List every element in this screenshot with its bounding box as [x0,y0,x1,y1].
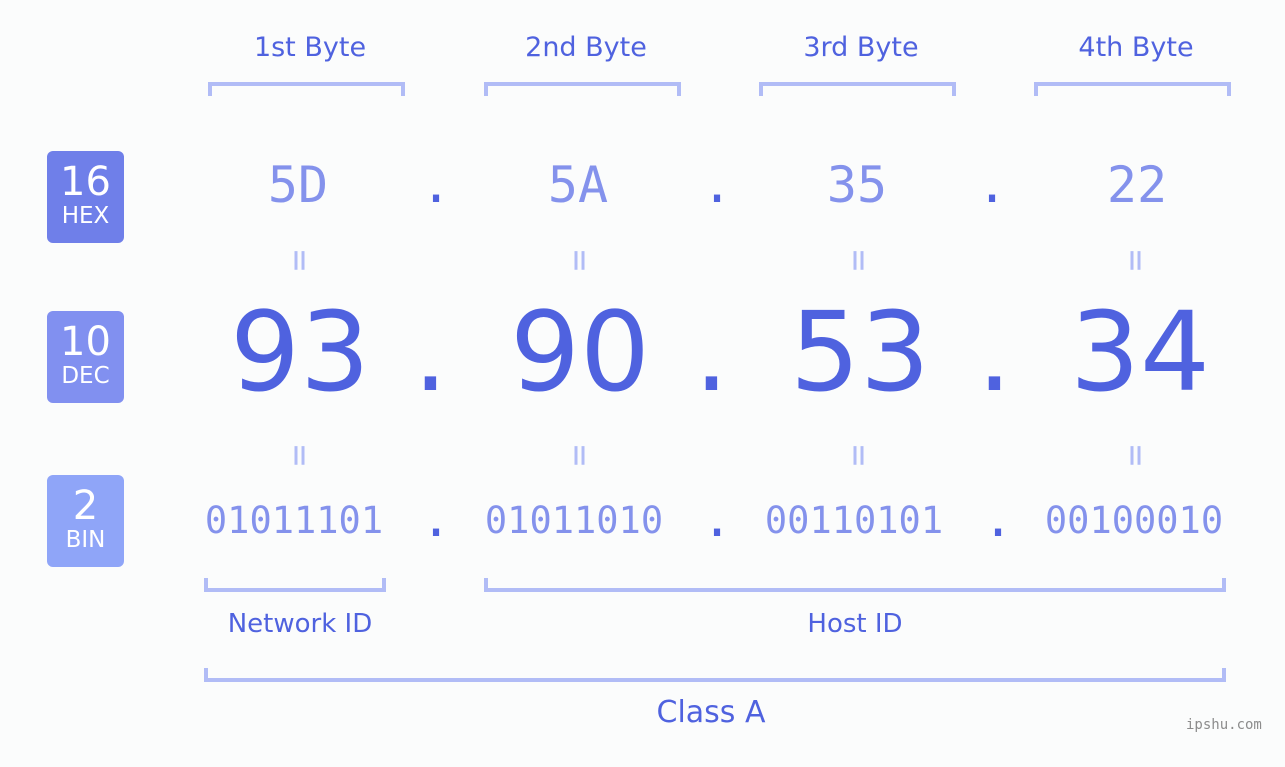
class-bracket [204,668,1226,682]
dec-octet-4: 34 [1070,288,1210,416]
byte-header-1: 1st Byte [253,32,367,63]
host-id-label: Host ID [807,609,903,639]
equals-sign: = [838,249,880,272]
bin-octet-4: 00100010 [1044,499,1224,542]
bin-separator: . [702,490,733,548]
equals-sign: = [1115,444,1157,467]
equals-sign: = [1115,249,1157,272]
byte-header-2: 2nd Byte [525,32,647,63]
bin-badge-label: BIN [65,527,106,553]
bin-badge: 2 BIN [47,475,124,567]
hex-badge-label: HEX [61,203,110,229]
bin-octet-2: 01011010 [484,499,664,542]
dec-octet-1: 93 [230,288,370,416]
bin-octet-3: 00110101 [764,499,944,542]
dec-badge-label: DEC [61,363,110,389]
byte-bracket-1 [208,82,405,96]
class-label: Class A [656,695,766,730]
dec-badge: 10 DEC [47,311,124,403]
equals-sign: = [838,444,880,467]
hex-badge-base: 16 [60,159,111,205]
watermark: ipshu.com [1186,717,1262,733]
hex-octet-2: 5A [547,156,609,214]
hex-badge: 16 HEX [47,151,124,243]
hex-separator: . [702,156,733,214]
equals-sign: = [279,444,321,467]
host-id-bracket [484,578,1226,592]
dec-octet-3: 53 [790,288,930,416]
bin-separator: . [421,490,452,548]
bin-octet-1: 01011101 [204,499,384,542]
dec-separator: . [413,288,448,416]
dec-separator: . [977,288,1012,416]
hex-octet-4: 22 [1106,156,1168,214]
equals-sign: = [559,444,601,467]
network-id-label: Network ID [227,609,373,639]
byte-bracket-4 [1034,82,1231,96]
dec-badge-base: 10 [60,319,111,365]
bin-badge-base: 2 [72,483,99,529]
hex-separator: . [421,156,452,214]
equals-sign: = [559,249,601,272]
byte-bracket-3 [759,82,956,96]
hex-separator: . [977,156,1008,214]
byte-header-4: 4th Byte [1078,32,1194,63]
hex-octet-3: 35 [826,156,888,214]
byte-header-3: 3rd Byte [803,32,919,63]
equals-sign: = [279,249,321,272]
bin-separator: . [983,490,1014,548]
hex-octet-1: 5D [267,156,329,214]
byte-bracket-2 [484,82,681,96]
dec-separator: . [694,288,729,416]
dec-octet-2: 90 [510,288,650,416]
network-id-bracket [204,578,386,592]
